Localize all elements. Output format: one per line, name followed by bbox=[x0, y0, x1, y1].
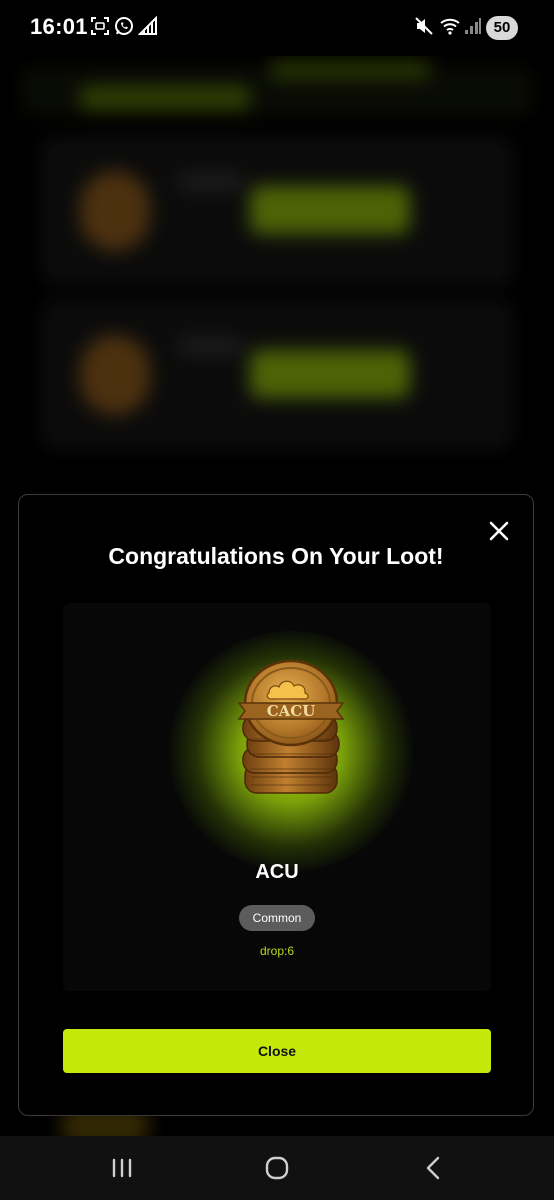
navigation-bar bbox=[0, 1136, 554, 1200]
wifi-icon bbox=[440, 16, 462, 36]
close-icon[interactable] bbox=[487, 519, 511, 543]
recent-apps-icon[interactable] bbox=[108, 1154, 136, 1182]
mute-icon bbox=[414, 16, 434, 36]
home-icon[interactable] bbox=[263, 1154, 291, 1182]
status-time: 16:01 bbox=[30, 14, 88, 39]
close-button[interactable]: Close bbox=[63, 1029, 491, 1073]
screen: 16:01 50 Congratulations On Your Loot! C… bbox=[0, 0, 554, 1200]
back-icon[interactable] bbox=[420, 1154, 448, 1182]
signal-icon bbox=[464, 16, 482, 36]
rarity-badge: Common bbox=[239, 905, 315, 931]
drop-count: drop:6 bbox=[259, 944, 295, 958]
loot-panel: CACU ACU Common drop:6 bbox=[63, 603, 491, 991]
modal-title: Congratulations On Your Loot! bbox=[108, 543, 444, 569]
coin-label: CACU bbox=[267, 702, 316, 720]
signal-boost-icon bbox=[138, 16, 160, 36]
screenshot-icon bbox=[90, 16, 110, 36]
battery-indicator: 50 bbox=[486, 16, 518, 40]
status-bar: 16:01 50 bbox=[0, 0, 554, 56]
background-card bbox=[40, 136, 514, 286]
loot-modal: Congratulations On Your Loot! CACU ACU C… bbox=[18, 494, 534, 1116]
background-header bbox=[20, 60, 534, 116]
coin-stack-image: CACU bbox=[237, 659, 345, 794]
item-name: ACU bbox=[255, 861, 299, 883]
background-card bbox=[40, 300, 514, 450]
whatsapp-icon bbox=[114, 16, 134, 36]
